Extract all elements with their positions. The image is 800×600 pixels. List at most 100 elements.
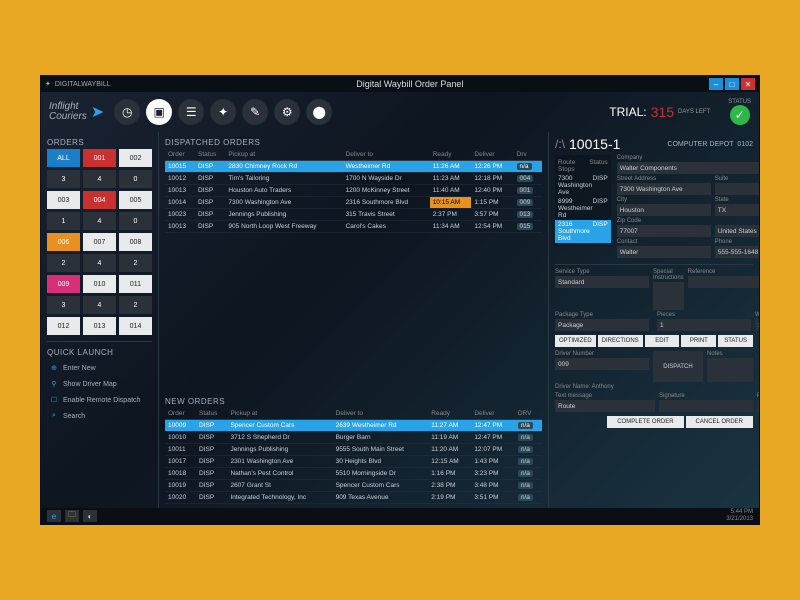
order-tile[interactable]: 3 bbox=[47, 296, 80, 314]
trial-indicator: TRIAL: 315 DAYS LEFT bbox=[609, 104, 710, 120]
order-tile[interactable]: 4 bbox=[83, 296, 116, 314]
clock-icon[interactable]: ◷ bbox=[114, 99, 140, 125]
state-field[interactable] bbox=[715, 204, 759, 216]
order-tile[interactable]: 013 bbox=[83, 317, 116, 335]
table-row[interactable]: 10011DISPJennings Publishing9555 South M… bbox=[165, 444, 542, 456]
quick-launch-item[interactable]: ⚲Show Driver Map bbox=[47, 377, 152, 391]
signature-field[interactable] bbox=[659, 400, 753, 412]
table-row[interactable]: 10012DISPTim's Tailoring1700 N Wayside D… bbox=[165, 173, 542, 185]
service-type-field[interactable] bbox=[555, 276, 649, 288]
action-buttons: OPTIMIZED DIRECTIONS EDIT PRINT STATUS bbox=[555, 335, 753, 347]
notes-field[interactable] bbox=[707, 358, 753, 382]
order-tile[interactable]: 0 bbox=[119, 170, 152, 188]
driver-number-field[interactable] bbox=[555, 358, 649, 370]
order-tile[interactable]: 2 bbox=[119, 254, 152, 272]
order-tile[interactable]: 3 bbox=[47, 170, 80, 188]
reference-field[interactable] bbox=[688, 276, 759, 288]
table-row[interactable]: 10013DISPHouston Auto Traders1200 McKinn… bbox=[165, 185, 542, 197]
package-type-field[interactable] bbox=[555, 319, 649, 331]
order-tile[interactable]: 006 bbox=[47, 233, 80, 251]
table-row[interactable]: 10015DISP2830 Chimney Rock RdWestheimer … bbox=[165, 161, 542, 173]
order-tile[interactable]: 007 bbox=[83, 233, 116, 251]
edit-button[interactable]: EDIT bbox=[645, 335, 680, 347]
route-stop-row[interactable]: 2316 Southmore BlvdDISP bbox=[555, 220, 611, 243]
quick-launch-item[interactable]: ⌕Search bbox=[47, 409, 152, 423]
wrench-icon[interactable]: ✎ bbox=[242, 99, 268, 125]
dispatch-button[interactable]: DISPATCH bbox=[653, 351, 703, 382]
table-row[interactable]: 10018DISPNathan's Pest Control5510 Morni… bbox=[165, 468, 542, 480]
table-row[interactable]: 10017DISP2301 Washington Ave30 Heights B… bbox=[165, 456, 542, 468]
dispatched-table[interactable]: OrderStatusPickup atDeliver toReadyDeliv… bbox=[165, 149, 542, 233]
depot-label: COMPUTER DEPOT 0102 bbox=[667, 141, 753, 148]
status-button[interactable]: STATUS bbox=[718, 335, 753, 347]
order-tile[interactable]: 001 bbox=[83, 149, 116, 167]
globe-icon[interactable]: ⬤ bbox=[306, 99, 332, 125]
browser-icon[interactable]: ◐ bbox=[83, 510, 97, 522]
city-field[interactable] bbox=[617, 204, 711, 216]
order-tile[interactable]: 0 bbox=[119, 212, 152, 230]
suite-field[interactable] bbox=[715, 183, 759, 195]
table-row[interactable]: 10009DISPSpencer Custom Cars2639 Westhei… bbox=[165, 420, 542, 432]
package-icon[interactable]: ▣ bbox=[146, 99, 172, 125]
print-button[interactable]: PRINT bbox=[681, 335, 716, 347]
directions-button[interactable]: DIRECTIONS bbox=[598, 335, 643, 347]
street-field[interactable] bbox=[617, 183, 711, 195]
clipboard-icon[interactable]: ☰ bbox=[178, 99, 204, 125]
ie-icon[interactable]: e bbox=[47, 510, 61, 522]
titlebar: ✦DIGITALWAYBILL Digital Waybill Order Pa… bbox=[41, 76, 759, 92]
country-field[interactable] bbox=[715, 225, 759, 237]
weight-field[interactable] bbox=[755, 319, 759, 331]
new-orders-table[interactable]: OrderStatusPickup atDeliver toReadyDeliv… bbox=[165, 408, 542, 504]
logo: Inflight Couriers ➤ bbox=[49, 102, 104, 122]
order-tile[interactable]: 2 bbox=[47, 254, 80, 272]
order-id: /:\10015-1 bbox=[555, 136, 620, 152]
order-tile[interactable]: 2 bbox=[119, 296, 152, 314]
user-icon[interactable]: ✦ bbox=[210, 99, 236, 125]
instructions-field[interactable] bbox=[653, 282, 684, 310]
order-tile[interactable]: 4 bbox=[83, 212, 116, 230]
order-tile[interactable]: 009 bbox=[47, 275, 80, 293]
order-tile[interactable]: 1 bbox=[47, 212, 80, 230]
table-row[interactable]: 10014DISP7300 Washington Ave2316 Southmo… bbox=[165, 197, 542, 209]
optimized-button[interactable]: OPTIMIZED bbox=[555, 335, 596, 347]
table-row[interactable]: 10023DISPJennings Publishing315 Travis S… bbox=[165, 209, 542, 221]
order-tile[interactable]: 011 bbox=[119, 275, 152, 293]
text-message-field[interactable] bbox=[555, 400, 655, 412]
company-field[interactable] bbox=[617, 162, 759, 174]
order-tile[interactable]: 003 bbox=[47, 191, 80, 209]
paper-waybill-field[interactable] bbox=[757, 400, 759, 412]
logo-text: Inflight Couriers bbox=[49, 102, 87, 122]
orders-title: ORDERS bbox=[47, 136, 152, 149]
order-tile[interactable]: ALL bbox=[47, 149, 80, 167]
complete-order-button[interactable]: COMPLETE ORDER bbox=[607, 416, 683, 428]
quick-launch-item[interactable]: ⊕Enter New bbox=[47, 361, 152, 375]
quick-launch-item[interactable]: ☐Enable Remote Dispatch bbox=[47, 393, 152, 407]
order-tile[interactable]: 002 bbox=[119, 149, 152, 167]
quick-launch-title: QUICK LAUNCH bbox=[47, 346, 152, 359]
contact-field[interactable] bbox=[617, 246, 711, 258]
maximize-button[interactable]: □ bbox=[725, 78, 739, 90]
minimize-button[interactable]: – bbox=[709, 78, 723, 90]
order-tile[interactable]: 4 bbox=[83, 170, 116, 188]
order-tile[interactable]: 005 bbox=[119, 191, 152, 209]
order-tile[interactable]: 010 bbox=[83, 275, 116, 293]
phone-field[interactable] bbox=[715, 246, 759, 258]
close-button[interactable]: ✕ bbox=[741, 78, 755, 90]
folder-icon[interactable]: 🗀 bbox=[65, 510, 79, 522]
pieces-field[interactable] bbox=[657, 319, 751, 331]
order-tile[interactable]: 012 bbox=[47, 317, 80, 335]
zip-field[interactable] bbox=[617, 225, 711, 237]
table-row[interactable]: 10010DISP3712 S Shepherd DrBurger Barn11… bbox=[165, 432, 542, 444]
cancel-order-button[interactable]: CANCEL ORDER bbox=[686, 416, 753, 428]
table-row[interactable]: 10020DISPIntegrated Technology, Inc909 T… bbox=[165, 492, 542, 504]
table-row[interactable]: 10013DISP905 North Loop West FreewayCaro… bbox=[165, 221, 542, 233]
gear-icon[interactable]: ⚙ bbox=[274, 99, 300, 125]
route-stop-row[interactable]: 7300 Washington AveDISP bbox=[558, 174, 608, 197]
order-tile[interactable]: 014 bbox=[119, 317, 152, 335]
window-title: Digital Waybill Order Panel bbox=[356, 79, 463, 89]
route-stop-row[interactable]: 8999 Westheimer RdDISP bbox=[558, 197, 608, 220]
order-tile[interactable]: 4 bbox=[83, 254, 116, 272]
order-tile[interactable]: 004 bbox=[83, 191, 116, 209]
order-tile[interactable]: 008 bbox=[119, 233, 152, 251]
table-row[interactable]: 10019DISP2607 Grant StSpencer Custom Car… bbox=[165, 480, 542, 492]
